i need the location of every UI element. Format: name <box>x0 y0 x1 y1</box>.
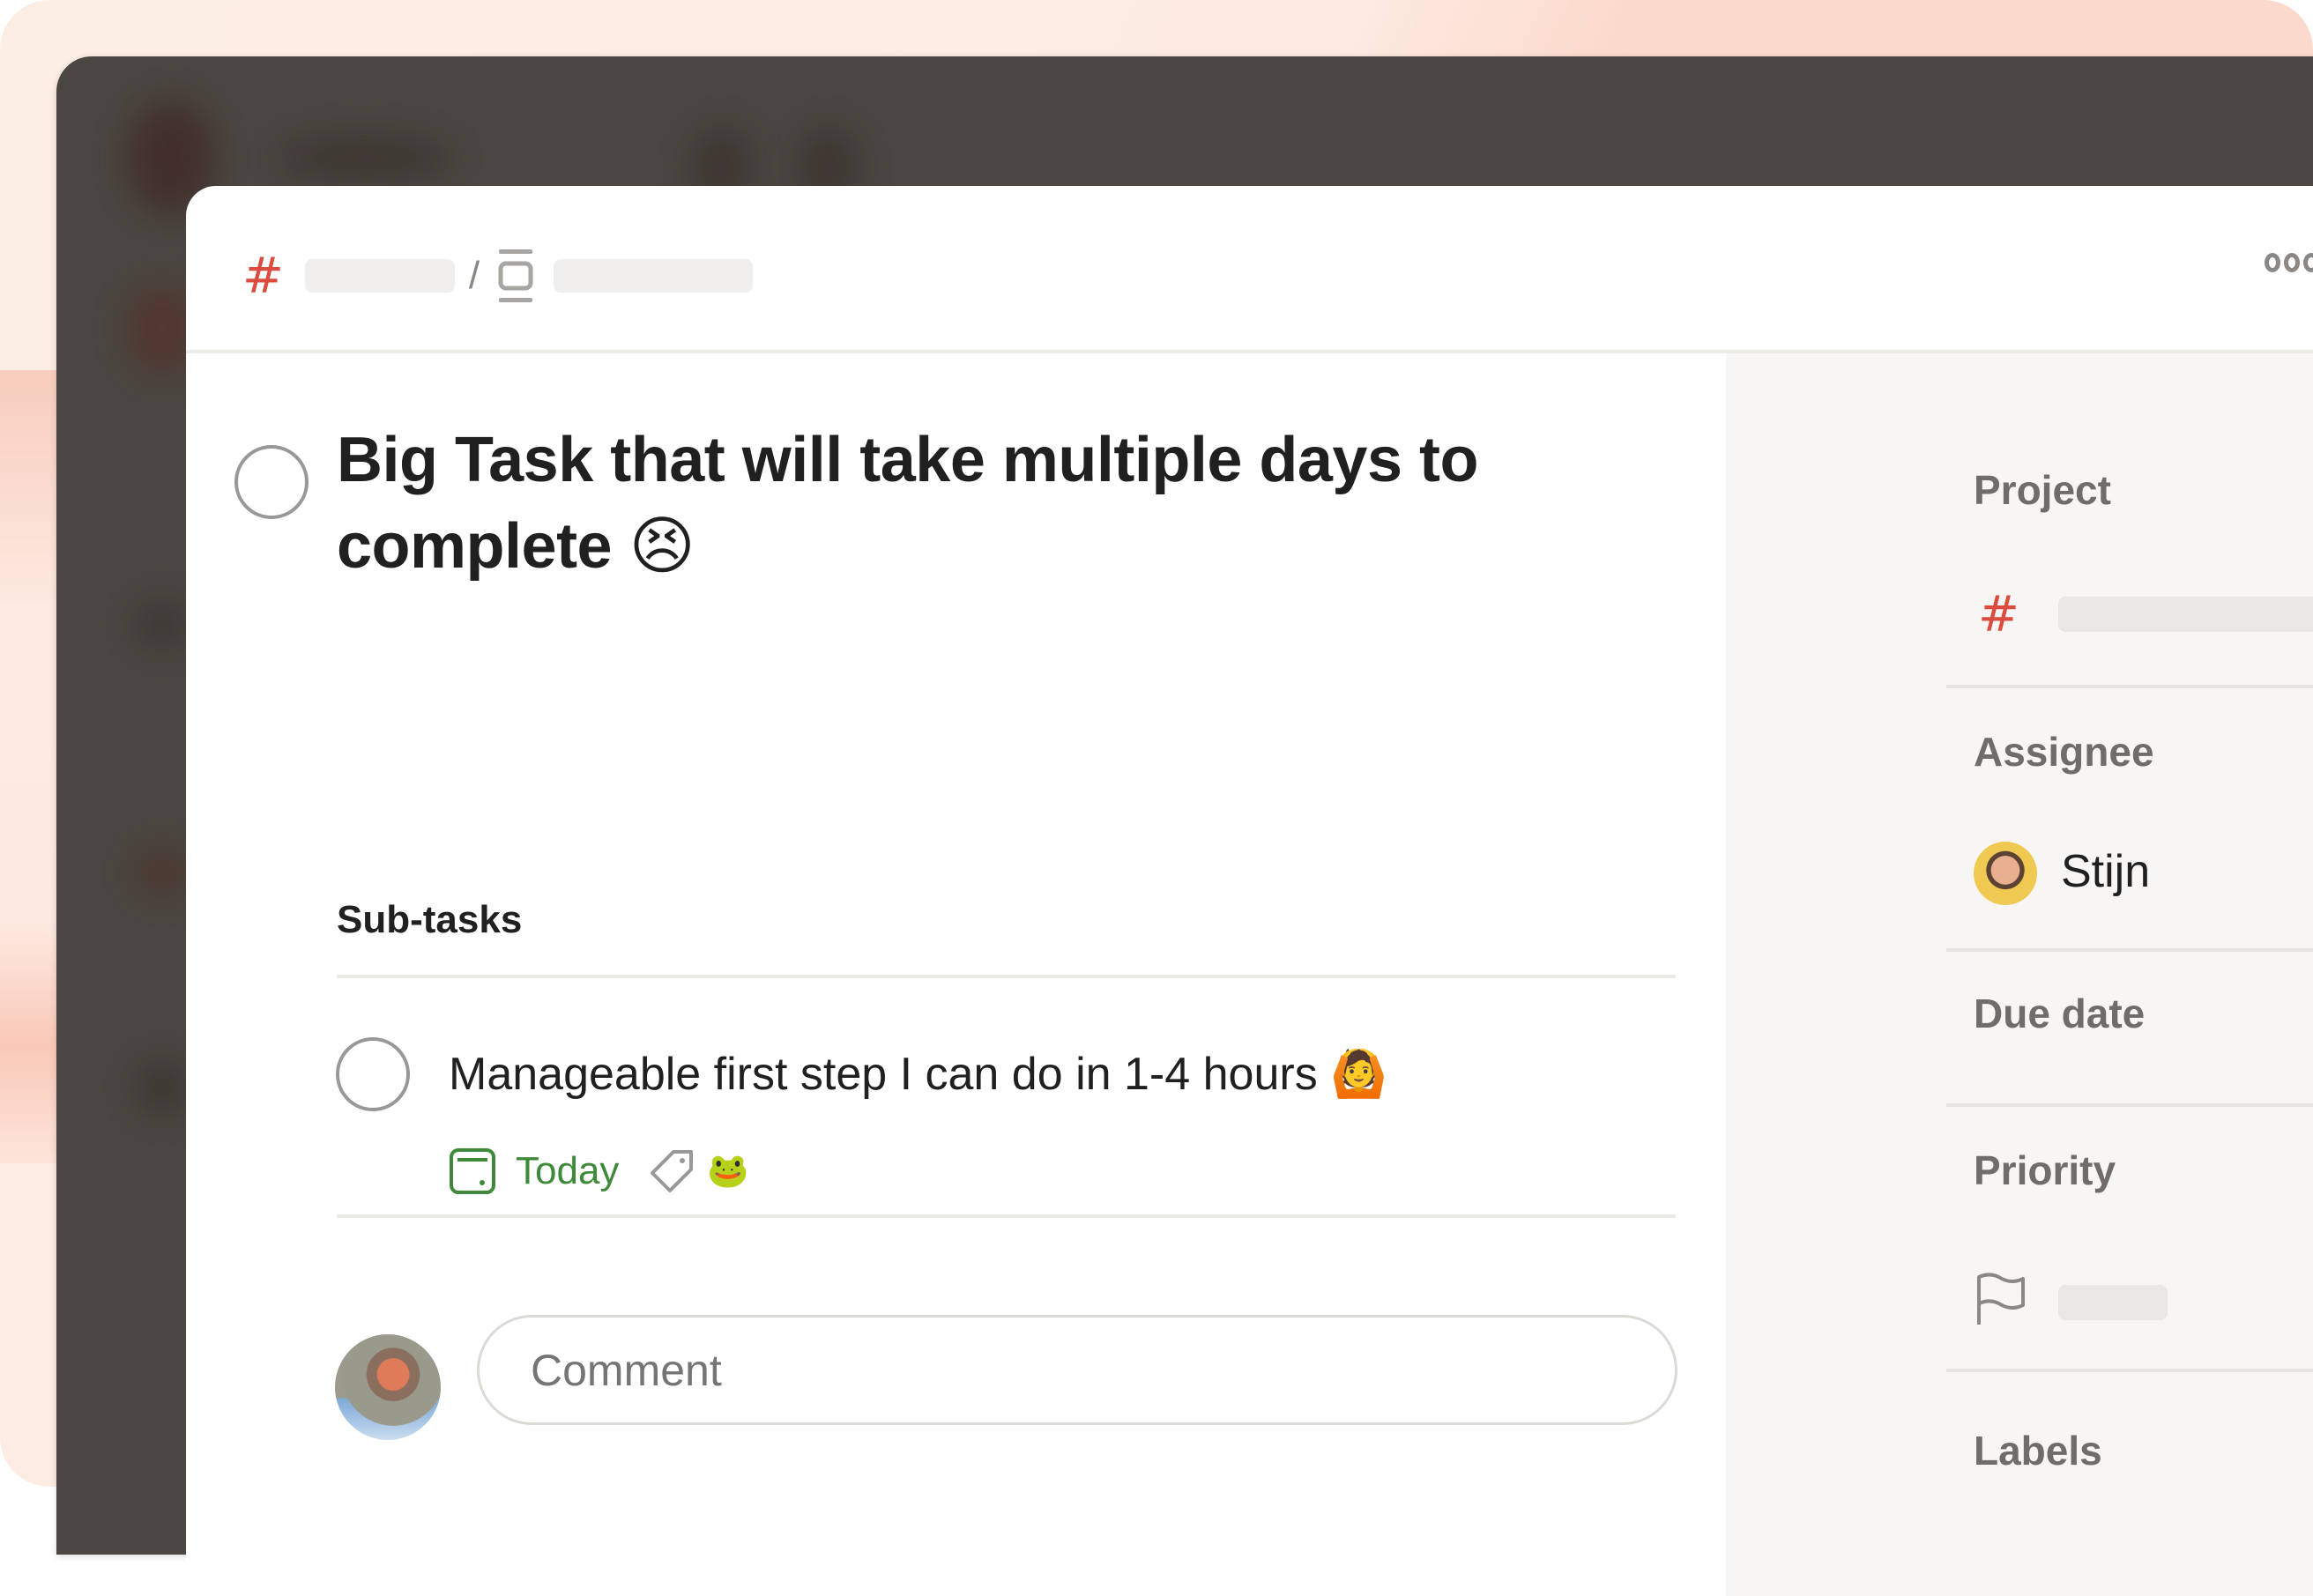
due-date-field-label[interactable]: Due date <box>1974 990 2145 1037</box>
assignee-avatar <box>1974 842 2037 905</box>
decorative-stripe <box>0 370 62 1163</box>
blurred-sidebar-item <box>136 850 189 894</box>
subtask-complete-checkbox[interactable] <box>336 1037 410 1111</box>
priority-label: Priority <box>1974 1147 2116 1193</box>
blurred-sidebar-item <box>136 1061 189 1114</box>
task-detail-modal: # / Big Task that will take multiple day… <box>186 186 2313 1596</box>
due-date-label[interactable]: Today <box>516 1149 619 1193</box>
task-complete-checkbox[interactable] <box>234 445 309 519</box>
blurred-toolbar-item <box>277 136 453 180</box>
assignee-name: Stijn <box>2061 846 2151 897</box>
project-name <box>2058 597 2313 632</box>
hash-icon: # <box>1978 586 2019 643</box>
breadcrumb-project[interactable] <box>304 259 455 293</box>
sidebar-divider <box>1946 685 2313 688</box>
subtask-meta: Today 🐸 <box>449 1145 749 1198</box>
task-title[interactable]: Big Task that will take multiple days to… <box>337 417 1659 590</box>
project-label: Project <box>1974 467 2111 513</box>
subtask-title[interactable]: Manageable first step I can do in 1-4 ho… <box>449 1047 1387 1101</box>
subtasks-heading: Sub-tasks <box>337 898 523 941</box>
blurred-sidebar-item <box>136 603 189 647</box>
comment-input[interactable] <box>477 1315 1677 1425</box>
tag-icon <box>651 1150 694 1192</box>
current-user-avatar <box>335 1334 441 1440</box>
breadcrumb-section[interactable] <box>554 259 754 293</box>
sidebar-divider <box>1946 948 2313 952</box>
breadcrumb-separator: / <box>468 254 480 297</box>
modal-header: # / <box>186 186 2313 353</box>
labels-label[interactable]: Labels <box>1974 1427 2102 1474</box>
subtasks-divider <box>337 975 1676 978</box>
task-sidebar: Project # Assignee Stijn Due date Priori… <box>1726 353 2313 1596</box>
calendar-icon <box>450 1148 495 1194</box>
flag-icon <box>1977 1273 2025 1325</box>
hash-icon: # <box>242 247 284 305</box>
task-main-pane: Big Task that will take multiple days to… <box>186 353 1726 1596</box>
label-emoji[interactable]: 🐸 <box>707 1152 748 1191</box>
sidebar-divider <box>1946 1369 2313 1372</box>
priority-value <box>2058 1285 2168 1320</box>
subtask-divider <box>337 1214 1676 1218</box>
more-horizontal-icon[interactable] <box>2265 253 2313 272</box>
section-icon <box>498 249 533 302</box>
assignee-label: Assignee <box>1974 729 2154 775</box>
breadcrumb: # / <box>242 241 754 311</box>
sidebar-divider <box>1946 1103 2313 1107</box>
